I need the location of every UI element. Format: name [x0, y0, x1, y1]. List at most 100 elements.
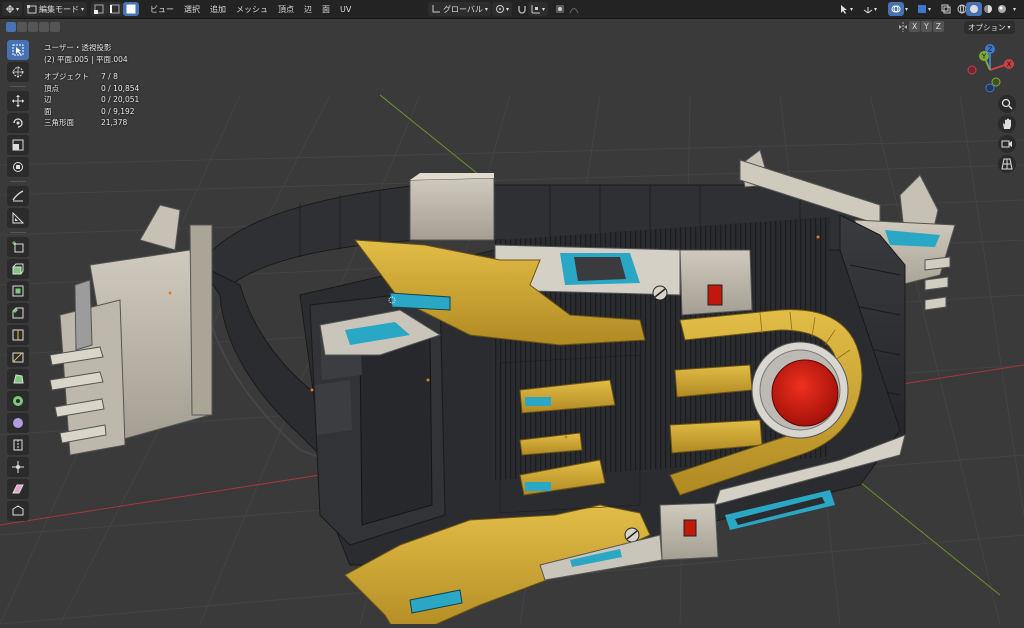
- gizmo-neg-z-axis[interactable]: [985, 83, 995, 93]
- select-extend-button[interactable]: [17, 22, 27, 32]
- shading-rendered-button[interactable]: [994, 2, 1010, 16]
- shading-dropdown[interactable]: ▾: [1010, 2, 1019, 16]
- snap-increment-icon: [531, 4, 541, 14]
- tool-edge-slide[interactable]: [7, 435, 29, 455]
- select-box-icon: [12, 41, 24, 60]
- tool-smooth[interactable]: [7, 413, 29, 433]
- extrude-icon: [12, 260, 24, 279]
- tool-loop-cut[interactable]: [7, 325, 29, 345]
- tool-shelf: [6, 40, 30, 521]
- tool-inset[interactable]: [7, 281, 29, 301]
- overlays-icon: [891, 4, 901, 14]
- perspective-toggle-button[interactable]: [998, 155, 1016, 173]
- solid-shading-icon: [969, 4, 979, 14]
- tool-rotate[interactable]: [7, 113, 29, 133]
- gizmo-z-label: Z: [988, 46, 993, 54]
- tool-cursor[interactable]: [7, 62, 29, 82]
- falloff-dropdown[interactable]: [566, 2, 582, 16]
- gizmo-neg-y-axis[interactable]: [991, 77, 1001, 87]
- tool-shrink-fatten[interactable]: [7, 457, 29, 477]
- tool-bevel[interactable]: [7, 303, 29, 323]
- stat-value: 21,378: [101, 118, 128, 127]
- vertex-select-button[interactable]: [91, 2, 108, 16]
- transform-orientation-dropdown[interactable]: グローバル ▾: [428, 2, 491, 16]
- mode-dropdown[interactable]: 編集モード ▾: [24, 2, 88, 16]
- bevel-icon: [12, 304, 24, 323]
- select-subtract-button[interactable]: [28, 22, 38, 32]
- camera-icon: [1001, 135, 1013, 154]
- menu-vertex[interactable]: 頂点: [273, 4, 299, 15]
- rendered-shading-icon: [997, 4, 1007, 14]
- tool-spin[interactable]: [7, 391, 29, 411]
- tool-separator: [10, 232, 26, 233]
- select-intersect-button[interactable]: [50, 22, 60, 32]
- tool-separator: [10, 86, 26, 87]
- mirror-icon: [898, 21, 908, 32]
- editor-type-button[interactable]: ▾: [2, 2, 23, 16]
- viewport-info-overlay: ユーザー・透視投影 (2) 平面.005 | 平面.004 オブジェクト 7 / …: [44, 42, 139, 129]
- magnet-icon: [517, 4, 527, 14]
- tool-rip[interactable]: [7, 501, 29, 521]
- zoom-button[interactable]: [998, 95, 1016, 113]
- left-buckle: [49, 204, 213, 456]
- shear-icon: [12, 480, 24, 499]
- stat-label: 三角形面: [44, 118, 74, 127]
- stat-row: 頂点 0 / 10,854: [44, 83, 139, 95]
- selectability-toggle[interactable]: ▾: [836, 2, 856, 16]
- editor-type-icon: [5, 4, 15, 14]
- zoom-icon: [1001, 95, 1013, 114]
- pan-button[interactable]: [998, 115, 1016, 133]
- tool-add-cube[interactable]: [7, 237, 29, 257]
- navigation-gizmo[interactable]: Z X Y: [962, 42, 1018, 98]
- tool-scale[interactable]: [7, 135, 29, 155]
- menu-edge[interactable]: 辺: [299, 4, 317, 15]
- menu-add[interactable]: 追加: [205, 4, 231, 15]
- mirror-z-toggle[interactable]: Z: [932, 21, 944, 32]
- falloff-icon: [569, 4, 579, 14]
- hand-icon: [1001, 115, 1013, 134]
- menu-uv[interactable]: UV: [335, 5, 356, 14]
- select-new-button[interactable]: [6, 22, 16, 32]
- tool-poly-build[interactable]: [7, 369, 29, 389]
- stat-value: 0 / 20,051: [101, 95, 140, 104]
- viewport-3d[interactable]: [0, 35, 1024, 628]
- tool-select-box[interactable]: [7, 40, 29, 60]
- mirror-y-toggle[interactable]: Y: [921, 21, 932, 32]
- tool-extrude[interactable]: [7, 259, 29, 279]
- options-dropdown[interactable]: オプション ▾: [964, 21, 1015, 34]
- select-invert-button[interactable]: [39, 22, 49, 32]
- gizmo-toggle[interactable]: ▾: [860, 2, 880, 16]
- menu-face[interactable]: 面: [317, 4, 335, 15]
- move-icon: [12, 92, 24, 111]
- edit-mode-icon: [27, 4, 37, 14]
- menu-mesh[interactable]: メッシュ: [231, 4, 273, 15]
- gizmo-x-label: X: [1007, 61, 1012, 69]
- face-select-button[interactable]: [123, 2, 140, 16]
- tool-knife[interactable]: [7, 347, 29, 367]
- edge-select-button[interactable]: [107, 2, 124, 16]
- tool-shear[interactable]: [7, 479, 29, 499]
- menu-select[interactable]: 選択: [179, 4, 205, 15]
- camera-view-button[interactable]: [998, 135, 1016, 153]
- tool-move[interactable]: [7, 91, 29, 111]
- knife-icon: [12, 348, 24, 367]
- scale-icon: [12, 136, 24, 155]
- xray-toggle[interactable]: [938, 2, 954, 16]
- overlays-dropdown[interactable]: ▾: [902, 2, 911, 16]
- smooth-icon: [12, 414, 24, 433]
- menu-view[interactable]: ビュー: [145, 4, 179, 15]
- stat-value: 0 / 10,854: [101, 83, 140, 93]
- mirror-x-toggle[interactable]: X: [909, 21, 921, 32]
- stat-label: 頂点: [44, 83, 59, 93]
- pivot-dropdown[interactable]: ▾: [492, 2, 513, 16]
- mesh-edit-overlay-toggle[interactable]: ▾: [914, 2, 934, 16]
- tool-transform[interactable]: [7, 157, 29, 177]
- stat-label: 面: [44, 106, 52, 116]
- gizmo-neg-x-axis[interactable]: [967, 65, 977, 75]
- snap-target-dropdown[interactable]: ▾: [528, 2, 549, 16]
- rip-icon: [12, 502, 24, 521]
- shrink-fatten-icon: [12, 458, 24, 477]
- grid-icon: [1001, 155, 1013, 174]
- tool-measure[interactable]: [7, 208, 29, 228]
- tool-annotate[interactable]: [7, 186, 29, 206]
